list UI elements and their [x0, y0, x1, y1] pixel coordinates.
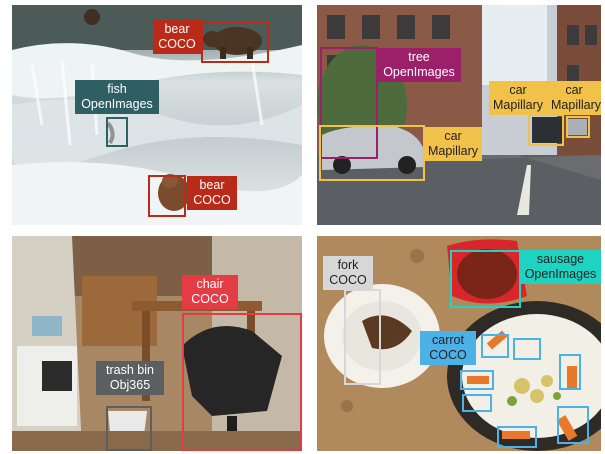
fork-bounding-box — [344, 289, 381, 385]
carrot-bounding-box — [497, 426, 537, 448]
trash-bin-label: trash bin Obj365 — [96, 361, 164, 395]
carrot-label: carrot COCO — [420, 331, 476, 365]
carrot-bounding-box — [460, 370, 494, 390]
car-label-2-name: car — [509, 83, 527, 97]
car-bounding-box-3 — [566, 116, 590, 138]
car-label-3: car Mapillary — [547, 81, 601, 115]
car-bounding-box-2 — [528, 114, 564, 146]
sausage-label-source: OpenImages — [524, 267, 597, 281]
sausage-bounding-box — [450, 250, 521, 308]
fish-bounding-box — [106, 117, 128, 147]
carrot-label-source: COCO — [429, 348, 467, 362]
fork-label-name: fork — [337, 258, 359, 272]
chair-label: chair COCO — [182, 275, 238, 309]
chair-bounding-box — [182, 313, 302, 451]
bear-label-name: bear — [164, 22, 190, 36]
panel-bears: bear COCO fish OpenImages bear COCO — [12, 5, 302, 225]
trash-bin-bounding-box — [106, 406, 152, 451]
carrot-bounding-box — [462, 394, 492, 412]
car-label: car Mapillary — [424, 127, 482, 161]
carrot-bounding-box — [481, 334, 509, 358]
carrot-bounding-box — [559, 354, 581, 390]
car-label-3-source: Mapillary — [551, 98, 601, 112]
chair-label-source: COCO — [191, 292, 229, 306]
fish-label-source: OpenImages — [81, 97, 153, 111]
car-label-name: car — [444, 129, 462, 143]
chair-label-name: chair — [196, 277, 224, 291]
carrot-bounding-box — [513, 338, 541, 360]
bear-label-source: COCO — [158, 37, 196, 51]
tree-label: tree OpenImages — [377, 48, 461, 82]
panel-food: fork COCO sausage OpenImages carrot COCO — [317, 236, 601, 451]
car-bounding-box — [319, 125, 425, 181]
sausage-label: sausage OpenImages — [520, 250, 601, 284]
panel-street: tree OpenImages car Mapillary car Mapill… — [317, 5, 601, 225]
car-label-3-name: car — [565, 83, 583, 97]
bear-label-2: bear COCO — [187, 176, 237, 210]
car-label-2-source: Mapillary — [493, 98, 544, 112]
fork-label-source: COCO — [329, 273, 367, 287]
carrot-label-name: carrot — [432, 333, 464, 347]
bear-label: bear COCO — [153, 20, 201, 54]
trash-bin-label-name: trash bin — [106, 363, 154, 377]
tree-label-source: OpenImages — [383, 65, 455, 79]
fork-label: fork COCO — [323, 256, 373, 290]
car-label-source: Mapillary — [428, 144, 479, 158]
bear-bounding-box-2 — [148, 175, 186, 217]
fish-label-name: fish — [107, 82, 127, 96]
car-label-2: car Mapillary — [489, 81, 547, 115]
carrot-bounding-box — [557, 406, 589, 444]
tree-label-name: tree — [408, 50, 430, 64]
fish-label: fish OpenImages — [75, 80, 159, 114]
sausage-label-name: sausage — [536, 252, 585, 266]
bear-bounding-box — [201, 21, 269, 63]
bear-label-2-name: bear — [199, 178, 225, 192]
trash-bin-label-source: Obj365 — [109, 378, 151, 392]
panel-room: chair COCO trash bin Obj365 — [12, 236, 302, 451]
bear-label-2-source: COCO — [193, 193, 231, 207]
